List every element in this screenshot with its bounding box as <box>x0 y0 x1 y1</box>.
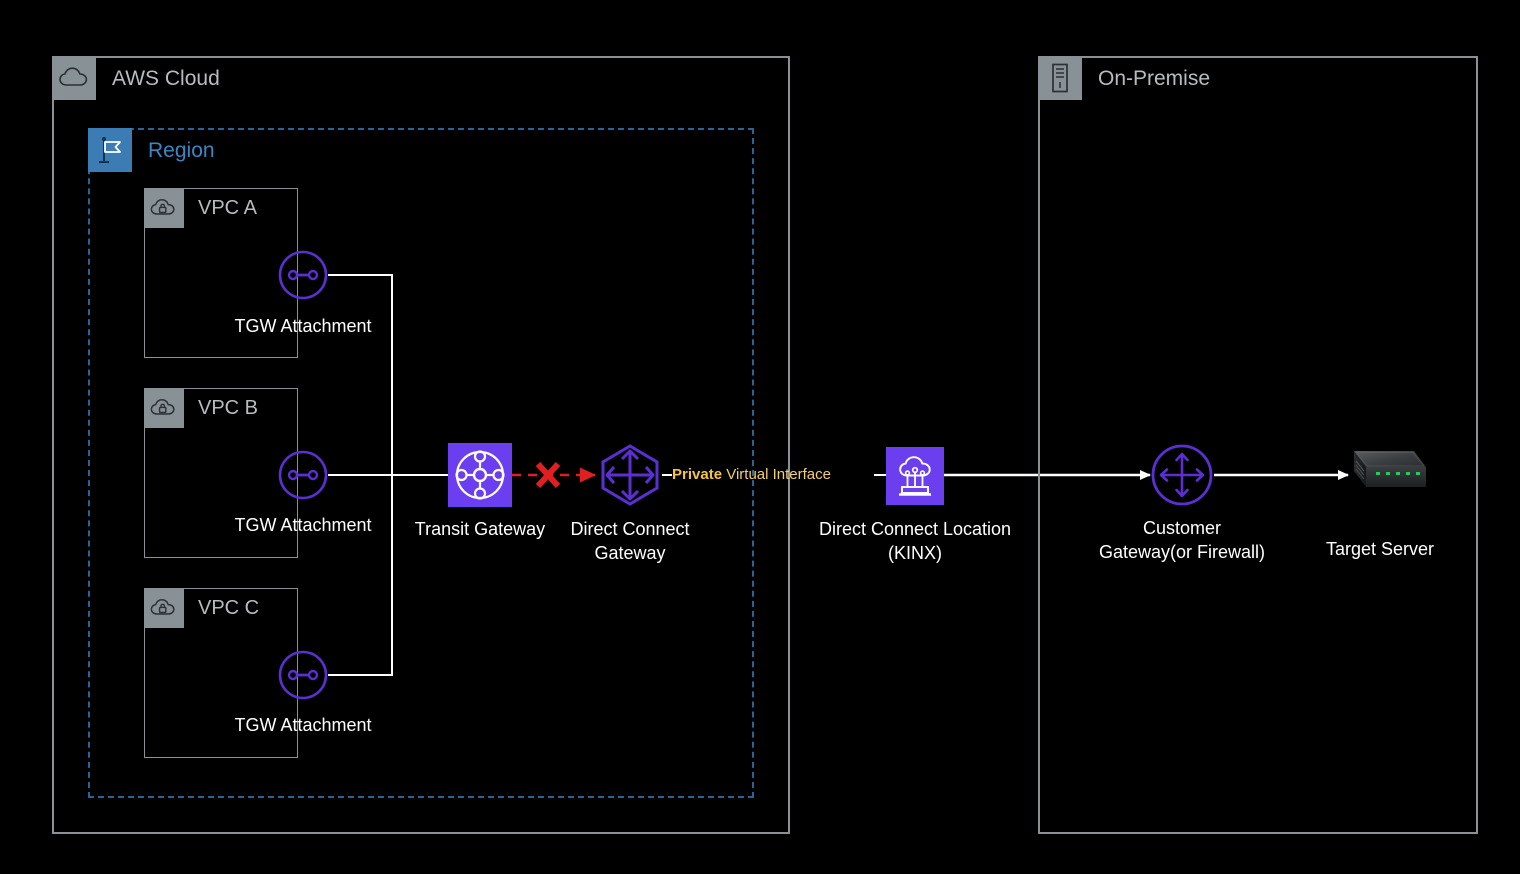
aws-cloud-header: AWS Cloud <box>52 56 220 100</box>
vif-bold-text: Private <box>672 466 722 483</box>
target-server-label: Target Server <box>1326 537 1434 561</box>
target-server-node[interactable] <box>1332 445 1428 505</box>
tgw-attachment-icon <box>278 450 328 500</box>
on-premise-header: On-Premise <box>1038 56 1210 100</box>
direct-connect-gateway-label: Direct Connect Gateway <box>570 517 689 566</box>
vpc-a-header: VPC A <box>144 188 257 228</box>
tgw-attachment-a-label: TGW Attachment <box>234 314 371 338</box>
cloud-icon <box>52 56 96 100</box>
region-label: Region <box>148 140 215 161</box>
vpc-a-label: VPC A <box>198 198 257 218</box>
region-flag-icon <box>88 128 132 172</box>
direct-connect-location-label: Direct Connect Location (KINX) <box>819 517 1011 566</box>
vif-rest-text: Virtual Interface <box>722 466 831 483</box>
direct-connect-gateway-node[interactable] <box>598 443 662 507</box>
vpc-b-label: VPC B <box>198 398 258 418</box>
customer-gateway-node[interactable] <box>1150 443 1214 507</box>
vpc-cloud-lock-icon <box>144 188 184 228</box>
vpc-c-label: VPC C <box>198 598 259 618</box>
vpc-b-header: VPC B <box>144 388 258 428</box>
tgw-attachment-b-label: TGW Attachment <box>234 513 371 537</box>
transit-gateway-label: Transit Gateway <box>415 517 545 541</box>
tgw-attachment-c[interactable] <box>278 650 328 700</box>
on-premise-label: On-Premise <box>1098 68 1210 89</box>
vpc-cloud-lock-icon <box>144 388 184 428</box>
dcl-label-line2: (KINX) <box>819 541 1011 565</box>
customer-gateway-label: Customer Gateway(or Firewall) <box>1099 516 1265 565</box>
tgw-attachment-b[interactable] <box>278 450 328 500</box>
vpc-c-header: VPC C <box>144 588 259 628</box>
diagram-canvas: AWS Cloud Region <box>0 0 1520 874</box>
network-appliance-icon <box>1332 445 1428 505</box>
cgw-label-line1: Customer <box>1099 516 1265 540</box>
dcg-label-line1: Direct Connect <box>570 517 689 541</box>
direct-connect-location-icon <box>886 447 944 505</box>
private-virtual-interface-label: Private Virtual Interface <box>672 467 831 482</box>
region-header: Region <box>88 128 215 172</box>
dcg-label-line2: Gateway <box>570 541 689 565</box>
server-tower-icon <box>1038 56 1082 100</box>
cgw-label-line2: Gateway(or Firewall) <box>1099 540 1265 564</box>
tgw-attachment-a[interactable] <box>278 250 328 300</box>
direct-connect-gateway-icon <box>598 443 662 507</box>
vpc-cloud-lock-icon <box>144 588 184 628</box>
aws-cloud-label: AWS Cloud <box>112 68 220 89</box>
direct-connect-location-node[interactable] <box>886 447 944 505</box>
tgw-attachment-icon <box>278 650 328 700</box>
tgw-attachment-c-label: TGW Attachment <box>234 713 371 737</box>
customer-gateway-icon <box>1150 443 1214 507</box>
dcl-label-line1: Direct Connect Location <box>819 517 1011 541</box>
tgw-attachment-icon <box>278 250 328 300</box>
transit-gateway-node[interactable] <box>448 443 512 507</box>
transit-gateway-icon <box>448 443 512 507</box>
